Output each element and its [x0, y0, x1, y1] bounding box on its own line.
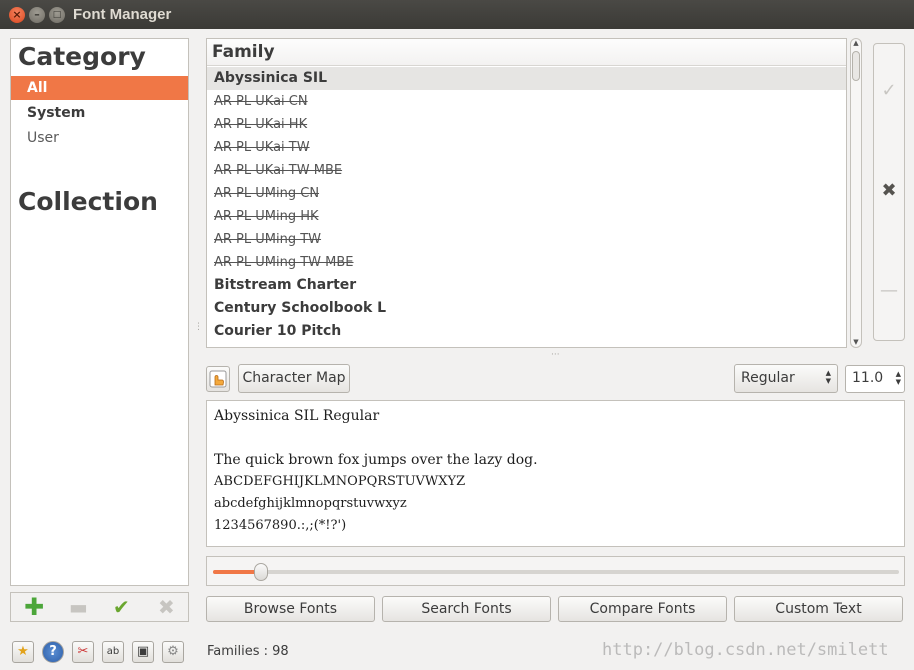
family-row[interactable]: AR PL UMing HK	[207, 205, 846, 228]
family-row[interactable]: Abyssinica SIL	[207, 67, 846, 90]
font-action-column: ✓ ✖ —	[873, 43, 905, 341]
families-count: Families : 98	[207, 644, 289, 659]
add-collection-button[interactable]: ✚	[24, 593, 45, 621]
watermark-text: http://blog.csdn.net/smilett	[602, 640, 889, 660]
font-size-value[interactable]: 11.0	[852, 370, 883, 386]
help-icon[interactable]: ?	[42, 641, 64, 663]
check-icon: ✓	[881, 80, 897, 101]
search-fonts-button[interactable]: Search Fonts	[382, 596, 551, 622]
status-bar: ★ ? ✂ ab ▣ ⚙ Families : 98 http://blog.c…	[0, 632, 914, 670]
size-slider-container	[206, 556, 905, 586]
enable-font-button[interactable]: ✓	[874, 80, 904, 101]
hand-pointer-icon	[209, 370, 227, 388]
family-row[interactable]: AR PL UKai TW MBE	[207, 159, 846, 182]
pane-resize-grip[interactable]: ⋮	[194, 322, 203, 332]
font-size-spinbox[interactable]: 11.0 ▲ ▼	[845, 365, 905, 393]
preview-lowercase: abcdefghijklmnopqrstuvwxyz	[214, 496, 407, 511]
category-item-all[interactable]: All	[11, 76, 188, 100]
font-style-select[interactable]: Regular ▲ ▼	[734, 364, 838, 393]
check-icon: ✔	[113, 595, 130, 619]
plus-icon: ✚	[24, 593, 45, 621]
character-map-button[interactable]: Character Map	[238, 364, 350, 393]
font-details-button[interactable]	[206, 366, 230, 392]
preview-uppercase: ABCDEFGHIJKLMNOPQRSTUVWXYZ	[214, 474, 466, 489]
font-style-value: Regular	[741, 370, 795, 386]
scrollbar-thumb[interactable]	[852, 51, 860, 81]
disable-font-button[interactable]: ✖	[874, 180, 904, 201]
family-row[interactable]: Century Schoolbook L	[207, 297, 846, 320]
family-row[interactable]: AR PL UMing TW MBE	[207, 251, 846, 274]
font-info-icon[interactable]: ab	[102, 641, 124, 663]
family-row[interactable]: AR PL UKai HK	[207, 113, 846, 136]
minimize-window-button[interactable]: –	[29, 7, 45, 23]
close-window-button[interactable]: ×	[9, 7, 25, 23]
family-row[interactable]: AR PL UKai CN	[207, 90, 846, 113]
window-title: Font Manager	[73, 6, 172, 23]
disable-collection-button[interactable]: ✖	[158, 596, 175, 618]
maximize-window-button[interactable]: □	[49, 7, 65, 23]
updown-arrows-icon[interactable]: ▲ ▼	[896, 370, 901, 386]
scroll-down-arrow-icon[interactable]: ▼	[852, 338, 860, 346]
category-heading: Category	[18, 42, 146, 71]
size-slider-track[interactable]	[213, 570, 899, 574]
family-row[interactable]: AR PL UKai TW	[207, 136, 846, 159]
family-column-header[interactable]: Family	[207, 39, 846, 66]
family-list-scrollbar[interactable]: ▲ ▼	[850, 38, 862, 348]
pane-resize-grip-horizontal[interactable]: ···	[551, 350, 560, 360]
title-bar: × – □ Font Manager	[0, 0, 914, 29]
minus-icon: —	[880, 280, 898, 301]
compare-fonts-button[interactable]: Compare Fonts	[558, 596, 727, 622]
category-sidebar: Category All System User Collection	[10, 38, 189, 586]
category-item-user[interactable]: User	[11, 126, 188, 150]
x-icon: ✖	[881, 180, 897, 201]
preview-sentence: The quick brown fox jumps over the lazy …	[214, 452, 538, 468]
collection-heading: Collection	[18, 187, 158, 216]
family-row[interactable]: Bitstream Charter	[207, 274, 846, 297]
preview-heading: Abyssinica SIL Regular	[214, 408, 380, 424]
enable-collection-button[interactable]: ✔	[113, 596, 130, 618]
minus-icon: ▬	[69, 595, 88, 619]
export-icon[interactable]: ⚙	[162, 641, 184, 663]
remove-font-button[interactable]: —	[874, 280, 904, 301]
remove-collection-button[interactable]: ▬	[69, 596, 88, 618]
save-icon[interactable]: ▣	[132, 641, 154, 663]
category-item-system[interactable]: System	[11, 101, 188, 125]
x-icon: ✖	[158, 595, 175, 619]
browse-fonts-button[interactable]: Browse Fonts	[206, 596, 375, 622]
collection-toolbar: ✚ ▬ ✔ ✖	[10, 592, 189, 622]
font-preview[interactable]: Abyssinica SIL Regular The quick brown f…	[206, 400, 905, 547]
family-row[interactable]: AR PL UMing TW	[207, 228, 846, 251]
family-list: Family Abyssinica SIL AR PL UKai CN AR P…	[206, 38, 847, 348]
family-row[interactable]: Courier 10 Pitch	[207, 320, 846, 343]
star-icon[interactable]: ★	[12, 641, 34, 663]
scroll-up-arrow-icon[interactable]: ▲	[852, 39, 860, 47]
family-row[interactable]: AR PL UMing CN	[207, 182, 846, 205]
settings-icon[interactable]: ✂	[72, 641, 94, 663]
updown-arrows-icon: ▲ ▼	[825, 369, 831, 385]
custom-text-button[interactable]: Custom Text	[734, 596, 903, 622]
preview-numerals: 1234567890.:,;(*!?')	[214, 518, 347, 533]
size-slider-handle[interactable]	[254, 563, 268, 581]
